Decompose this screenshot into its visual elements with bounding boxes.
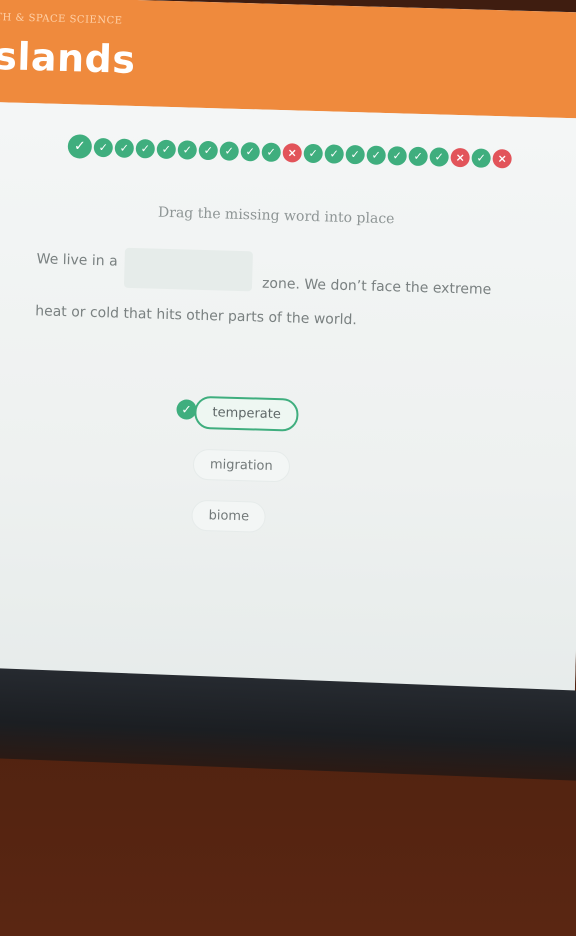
answer-drop-zone[interactable] [123,247,253,292]
check-icon: ✓ [176,399,197,420]
subject-label: TH & SPACE SCIENCE [0,12,123,27]
lesson-title: slands [0,34,137,82]
sentence-after-blank: zone. We don’t face the extreme [261,275,492,298]
progress-dot-correct: ✓ [471,147,491,168]
option-migration[interactable]: migration [192,448,298,483]
sentence-line-1: We live in a zone. We don’t face the ext… [36,245,517,310]
progress-dot-wrong: × [282,142,303,163]
progress-dot-correct: ✓ [408,146,428,166]
option-chip-biome[interactable]: biome [191,499,267,533]
progress-dot-correct: ✓ [177,139,198,160]
progress-dot-correct: ✓ [303,143,324,163]
option-chip-migration[interactable]: migration [192,448,291,483]
progress-dot-correct: ✓ [366,144,386,165]
instruction-text: Drag the missing word into place [157,204,395,228]
progress-dot-correct: ✓ [198,140,219,160]
progress-dot-wrong: × [450,147,470,167]
option-temperate[interactable]: ✓ temperate [176,395,300,432]
progress-dot-correct: ✓ [261,142,282,162]
progress-dot-correct: ✓ [219,140,240,161]
progress-dot-correct: ✓ [345,144,365,164]
progress-dot-correct: ✓ [240,141,261,161]
progress-dot-correct: ✓ [324,143,344,164]
question-panel: ✓ ✓ ✓ ✓ ✓ ✓ ✓ ✓ ✓ ✓ × ✓ ✓ ✓ ✓ ✓ ✓ ✓ × ✓ × Drag the missing w… [0,101,576,713]
lesson-header: TH & SPACE SCIENCE slands [0,0,576,119]
progress-dot-wrong: × [492,148,512,169]
question-sentence: We live in a zone. We don’t face the ext… [35,245,517,332]
app-screen: TH & SPACE SCIENCE slands ✓ ✓ ✓ ✓ ✓ ✓ ✓ ✓ ✓ ✓ × ✓ ✓ ✓… [0,0,576,713]
sentence-before-blank: We live in a [36,251,118,270]
progress-dot-correct: ✓ [429,146,449,167]
progress-dot-correct: ✓ [387,145,407,166]
word-options: ✓ temperate migration biome [176,395,300,554]
progress-dot-correct: ✓ [156,139,177,159]
progress-tracker: ✓ ✓ ✓ ✓ ✓ ✓ ✓ ✓ ✓ ✓ × ✓ ✓ ✓ ✓ ✓ ✓ ✓ × ✓ × [67,134,512,170]
progress-dot-correct: ✓ [135,138,156,159]
option-chip-temperate[interactable]: temperate [193,395,300,432]
photo-background: TH & SPACE SCIENCE slands ✓ ✓ ✓ ✓ ✓ ✓ ✓ ✓ ✓ ✓ × ✓ ✓ ✓… [0,0,576,936]
progress-dot-correct: ✓ [114,137,135,158]
progress-dot-correct: ✓ [67,134,93,159]
option-biome[interactable]: biome [191,499,296,534]
progress-dot-correct: ✓ [93,137,114,157]
